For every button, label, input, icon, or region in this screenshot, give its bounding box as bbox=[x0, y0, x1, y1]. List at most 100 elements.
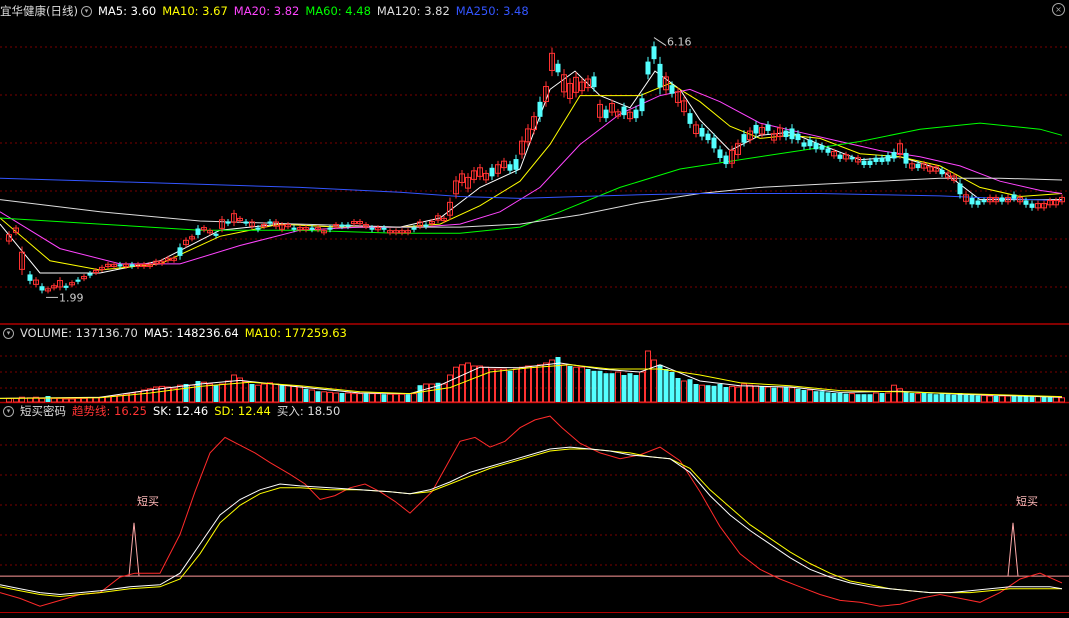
candle-body bbox=[213, 233, 219, 236]
candle-body bbox=[369, 227, 375, 230]
candle-body bbox=[39, 286, 45, 291]
volume-bar bbox=[831, 393, 837, 402]
candle-body bbox=[723, 155, 729, 165]
volume-bar bbox=[591, 370, 597, 402]
volume-bar bbox=[621, 375, 627, 402]
candle-body bbox=[819, 145, 825, 150]
volume-bar bbox=[1017, 396, 1023, 402]
candle-body bbox=[717, 149, 723, 158]
candle-body bbox=[981, 200, 987, 203]
candle-body bbox=[63, 285, 69, 288]
chevron-down-icon[interactable]: ▾ bbox=[3, 406, 14, 417]
candle-body bbox=[939, 169, 945, 175]
ma-label-5: MA250: 3.48 bbox=[455, 4, 529, 18]
candle-body bbox=[969, 197, 975, 205]
candle-body bbox=[225, 221, 231, 224]
volume-bar bbox=[303, 388, 309, 402]
candle-body bbox=[639, 98, 645, 112]
volume-bar bbox=[279, 385, 285, 402]
volume-bar bbox=[933, 394, 939, 402]
volume-bar bbox=[315, 391, 321, 402]
candle-body bbox=[753, 124, 759, 134]
candle-body bbox=[1011, 194, 1017, 199]
volume-bar bbox=[249, 384, 255, 402]
candle-body bbox=[27, 274, 33, 281]
indicator-label-4: 买入: 18.50 bbox=[276, 404, 341, 418]
volume-bar bbox=[705, 385, 711, 402]
volume-bar bbox=[945, 394, 951, 402]
candle-body bbox=[381, 227, 387, 230]
candle-body bbox=[801, 142, 807, 147]
candle-body bbox=[489, 167, 495, 177]
candle-body bbox=[603, 109, 609, 119]
stock-title: 宜华健康(日线) bbox=[0, 4, 78, 18]
volume-bar bbox=[801, 390, 807, 402]
candle-body bbox=[891, 152, 897, 159]
candle-body bbox=[591, 76, 597, 88]
volume-bar bbox=[837, 393, 843, 402]
price-header: 宜华健康(日线) ▾ MA5: 3.60 MA10: 3.67 MA20: 3.82 MA… bbox=[0, 2, 541, 20]
candle-body bbox=[657, 63, 663, 88]
candle-body bbox=[195, 228, 201, 235]
volume-header: ▾ VOLUME: 137136.70 MA5: 148236.64 MA10: 17… bbox=[0, 324, 359, 342]
indicator-label-3: SD: 12.44 bbox=[214, 404, 271, 418]
candle-body bbox=[309, 227, 315, 230]
candle-body bbox=[795, 133, 801, 141]
indicator-label-2: SK: 12.46 bbox=[152, 404, 209, 418]
candle-body bbox=[1023, 200, 1029, 205]
candle-body bbox=[267, 221, 273, 224]
indicator-legend: 短买密码 趋势线: 16.25 SK: 12.46 SD: 12.44 买入: 18.5… bbox=[20, 404, 346, 418]
chevron-down-icon[interactable]: ▾ bbox=[3, 328, 14, 339]
candle-body bbox=[327, 227, 333, 230]
volume-bar bbox=[975, 395, 981, 402]
candle-body bbox=[879, 157, 885, 162]
candle-body bbox=[711, 137, 717, 149]
volume-bar bbox=[921, 393, 927, 402]
candle-body bbox=[687, 113, 693, 124]
candle-body bbox=[1029, 203, 1035, 208]
volume-bar bbox=[183, 384, 189, 402]
volume-bar bbox=[879, 393, 885, 402]
candle-body bbox=[117, 264, 123, 267]
ma-label-4: MA120: 3.82 bbox=[376, 4, 450, 18]
buy-signal-label: 短买 bbox=[1016, 494, 1038, 508]
volume-legend: VOLUME: 137136.70 MA5: 148236.64 MA10: 177… bbox=[20, 326, 353, 340]
candle-body bbox=[537, 101, 543, 117]
candle-body bbox=[975, 200, 981, 205]
candle-body bbox=[75, 279, 81, 282]
candle-body bbox=[813, 142, 819, 150]
chart-canvas: 6.16 1.99 短买 短买 bbox=[0, 0, 1069, 614]
volume-bar bbox=[675, 378, 681, 402]
volume-bar bbox=[819, 391, 825, 402]
ma-label-1: MA10: 3.67 bbox=[162, 4, 228, 18]
candle-body bbox=[807, 139, 813, 147]
volume-bar bbox=[1011, 395, 1017, 402]
candle-body bbox=[861, 160, 867, 166]
candle-body bbox=[345, 224, 351, 227]
close-icon[interactable]: × bbox=[1052, 3, 1065, 16]
volume-bar bbox=[861, 394, 867, 402]
buy-signal-label: 短买 bbox=[137, 494, 159, 508]
candle-body bbox=[87, 273, 93, 276]
volume-bar bbox=[759, 386, 765, 402]
volume-bar bbox=[951, 394, 957, 402]
candle-body bbox=[555, 63, 561, 73]
ma-legend: MA5: 3.60 MA10: 3.67 MA20: 3.82 MA60: 4.48 M… bbox=[98, 4, 535, 18]
volume-bar bbox=[687, 379, 693, 402]
candle-body bbox=[885, 155, 891, 162]
volume-bar bbox=[405, 394, 411, 402]
volume-bar bbox=[657, 364, 663, 402]
low-label: 1.99 bbox=[59, 291, 84, 304]
volume-bar bbox=[717, 384, 723, 402]
volume-bar bbox=[609, 373, 615, 402]
chevron-down-icon[interactable]: ▾ bbox=[80, 6, 92, 17]
high-label: 6.16 bbox=[667, 36, 692, 49]
background bbox=[0, 0, 1069, 614]
volume-bar bbox=[855, 394, 861, 402]
candle-body bbox=[825, 148, 831, 153]
candle-body bbox=[411, 227, 417, 230]
candle-body bbox=[705, 133, 711, 141]
candle-body bbox=[339, 224, 345, 227]
volume-bar bbox=[381, 394, 387, 402]
candle-body bbox=[837, 154, 843, 159]
